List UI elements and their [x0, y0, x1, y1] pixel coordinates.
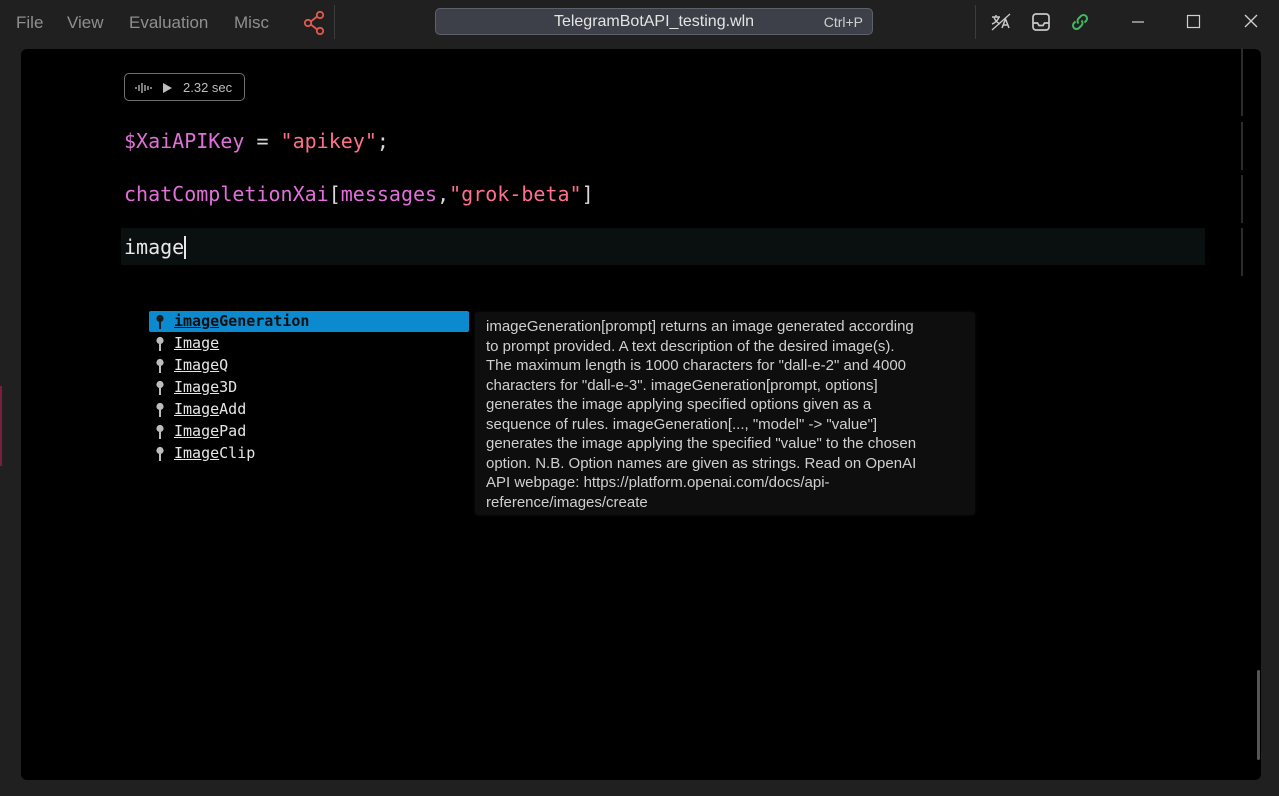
symbol-pin-icon	[156, 380, 164, 395]
symbol-pin-icon	[156, 446, 164, 461]
documentation-line: The maximum length is 1000 characters fo…	[486, 357, 907, 374]
code-variable: $XaiAPIKey	[124, 129, 245, 153]
code-function: chatCompletionXai	[124, 182, 329, 206]
documentation-line: generates the image applying specified o…	[486, 396, 872, 413]
waveform-icon	[135, 83, 152, 93]
minimize-icon[interactable]	[1123, 9, 1153, 35]
cell-bracket[interactable]	[1241, 48, 1243, 116]
autocomplete-item[interactable]: Image	[149, 333, 469, 354]
play-icon[interactable]	[161, 82, 173, 94]
autocomplete-item[interactable]: imageGeneration	[149, 311, 469, 332]
autocomplete-item-label: imageGeneration	[174, 312, 310, 330]
active-input-cell[interactable]	[121, 228, 1205, 265]
autocomplete-item[interactable]: ImagePad	[149, 421, 469, 442]
code-operator: =	[244, 129, 281, 153]
divider	[334, 5, 335, 39]
cell-bracket[interactable]	[1241, 228, 1243, 276]
inbox-icon[interactable]	[1030, 11, 1052, 33]
autocomplete-item-label: ImageQ	[174, 356, 229, 374]
title-bar: File View Evaluation Misc TelegramBotAPI…	[0, 0, 1279, 46]
maximize-icon[interactable]	[1178, 9, 1208, 35]
documentation-line: option. N.B. Option names are given as s…	[486, 454, 917, 472]
symbol-pin-icon	[156, 402, 164, 417]
cell-bracket[interactable]	[1241, 175, 1243, 223]
menu-evaluation[interactable]: Evaluation	[129, 12, 208, 34]
documentation-line: to prompt provided. A text description o…	[486, 337, 895, 355]
autocomplete-item-label: ImageClip	[174, 444, 256, 462]
input-text[interactable]: image	[124, 235, 184, 259]
symbol-pin-icon	[156, 314, 164, 329]
divider	[975, 5, 976, 39]
autocomplete-popup[interactable]: imageGeneration Image ImageQ Image3D Ima…	[148, 311, 470, 469]
menu-misc[interactable]: Misc	[234, 12, 269, 34]
code-line[interactable]: $XaiAPIKey = "apikey";	[124, 129, 389, 153]
menu-file[interactable]: File	[16, 12, 43, 34]
code-string: "grok-beta"	[449, 182, 582, 206]
symbol-pin-icon	[156, 424, 164, 439]
symbol-pin-icon	[156, 336, 164, 351]
link-icon[interactable]	[1069, 11, 1091, 33]
documentation-line: reference/images/create	[486, 493, 648, 511]
autocomplete-item-label: Image	[174, 334, 220, 352]
autocomplete-item[interactable]: ImageQ	[149, 355, 469, 376]
cell-bracket[interactable]	[1241, 122, 1243, 170]
timing-value: 2.32 sec	[183, 80, 233, 95]
autocomplete-item-label: ImagePad	[174, 422, 247, 440]
code-semicolon: ;	[376, 129, 389, 153]
close-icon[interactable]	[1236, 9, 1266, 35]
timing-badge[interactable]: 2.32 sec	[124, 73, 245, 101]
scrollbar[interactable]	[1257, 670, 1260, 760]
symbol-pin-icon	[156, 358, 164, 373]
text-caret	[184, 236, 186, 259]
code-line[interactable]: chatCompletionXai[messages,"grok-beta"]	[124, 182, 594, 206]
shortcut-hint: Ctrl+P	[823, 14, 863, 30]
share-icon[interactable]	[302, 10, 326, 36]
code-comma: ,	[437, 182, 450, 206]
documentation-line: imageGeneration[prompt] returns an image…	[486, 318, 914, 335]
code-argument: messages	[340, 182, 438, 206]
autocomplete-item-label: ImageAdd	[174, 400, 247, 418]
autocomplete-item-label: Image3D	[174, 378, 238, 396]
menu-view[interactable]: View	[67, 12, 104, 34]
documentation-line: generates the image applying the specifi…	[486, 435, 917, 452]
file-name: TelegramBotAPI_testing.wln	[553, 13, 755, 30]
documentation-line: API webpage: https://platform.openai.com…	[486, 474, 830, 491]
translate-icon[interactable]	[990, 11, 1012, 33]
documentation-line: sequence of rules. imageGeneration[..., …	[486, 415, 878, 433]
autocomplete-item[interactable]: ImageAdd	[149, 399, 469, 420]
code-string: "apikey"	[280, 129, 377, 153]
documentation-tooltip: imageGeneration[prompt] returns an image…	[475, 312, 975, 515]
autocomplete-item[interactable]: ImageClip	[149, 443, 469, 464]
window-edge	[0, 386, 2, 466]
documentation-line: characters for "dall-e-3". imageGenerati…	[486, 376, 878, 394]
file-search-box[interactable]: TelegramBotAPI_testing.wln Ctrl+P	[435, 8, 873, 35]
autocomplete-item[interactable]: Image3D	[149, 377, 469, 398]
code-bracket: [	[328, 182, 341, 206]
code-bracket: ]	[581, 182, 594, 206]
